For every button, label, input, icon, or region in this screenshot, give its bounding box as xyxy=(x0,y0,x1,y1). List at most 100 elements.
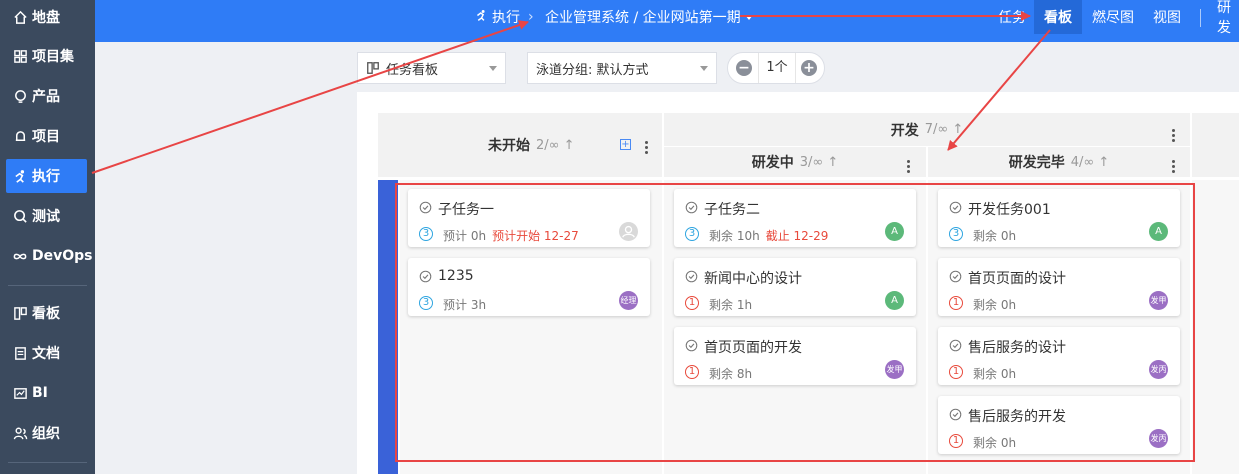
card-title: 首页页面的开发 xyxy=(704,340,802,356)
sidebar-item-program[interactable]: 项目集 xyxy=(6,39,87,73)
user-avatar-icon[interactable] xyxy=(619,222,638,241)
priority-badge: 1 xyxy=(949,296,963,310)
card-title: 售后服务的设计 xyxy=(968,340,1066,356)
task-card[interactable]: 开发任务001 3 剩余 0h A xyxy=(938,189,1180,247)
priority-badge: 3 xyxy=(685,227,699,241)
priority-badge: 1 xyxy=(949,365,963,379)
column-wip-count: 3/∞ ↑ xyxy=(800,155,839,170)
priority-badge: 3 xyxy=(419,227,433,241)
assignee-avatar[interactable]: A xyxy=(1149,222,1168,241)
assignee-avatar[interactable]: A xyxy=(885,291,904,310)
tab-task[interactable]: 任务 xyxy=(995,0,1029,34)
kanban-icon xyxy=(366,61,380,75)
tab-rnd[interactable]: 研发 xyxy=(1217,0,1239,34)
sidebar-item-label: 测试 xyxy=(32,209,60,225)
bulb-icon xyxy=(12,88,28,104)
count-text: 3/∞ xyxy=(799,154,824,170)
check-circle-icon xyxy=(685,339,698,356)
check-circle-icon xyxy=(949,270,962,287)
sidebar-item-test[interactable]: 测试 xyxy=(6,199,87,233)
stepper-value[interactable]: 1个 xyxy=(758,53,796,83)
column-menu-icon[interactable] xyxy=(1172,127,1176,144)
swimlane-handle[interactable] xyxy=(378,180,398,474)
sidebar-item-bi[interactable]: BI xyxy=(6,376,87,410)
sidebar-item-dashboard[interactable]: 地盘 xyxy=(6,0,87,34)
card-meta: 剩余 0h xyxy=(973,229,1017,243)
check-circle-icon xyxy=(685,201,698,218)
column-title: 开发 xyxy=(890,122,919,139)
tab-view[interactable]: 视图 xyxy=(1147,0,1187,34)
card-title: 开发任务001 xyxy=(968,202,1051,218)
run-icon xyxy=(475,9,488,26)
add-card-icon[interactable]: + xyxy=(620,139,631,150)
lane-group-select[interactable]: 泳道分组: 默认方式 xyxy=(527,52,717,84)
chevron-down-icon xyxy=(700,66,708,71)
assignee-avatar[interactable]: 发丙 xyxy=(1149,360,1168,379)
view-select[interactable]: 任务看板 xyxy=(357,52,506,84)
column-header-developing: 研发中 3/∞ ↑ xyxy=(664,147,926,177)
assignee-avatar[interactable]: A xyxy=(885,222,904,241)
card-title: 子任务二 xyxy=(704,202,760,218)
sidebar-item-product[interactable]: 产品 xyxy=(6,79,87,113)
start-date-text: 预计开始 12-27 xyxy=(492,229,579,243)
sidebar-item-execution[interactable]: 执行 xyxy=(6,159,87,193)
task-card[interactable]: 售后服务的设计 1 剩余 0h 发丙 xyxy=(938,327,1180,385)
check-circle-icon xyxy=(419,201,432,218)
priority-badge: 3 xyxy=(949,227,963,241)
card-meta: 剩余 0h xyxy=(973,298,1017,312)
column-header-dev: 开发 7/∞ ↑ xyxy=(664,113,1190,146)
column-menu-icon[interactable] xyxy=(907,158,911,175)
card-count-stepper: − 1个 + xyxy=(727,52,825,84)
column-header-next xyxy=(1192,113,1239,177)
sidebar-item-label: DevOps xyxy=(32,248,93,264)
check-circle-icon xyxy=(685,270,698,287)
breadcrumb[interactable]: 企业管理系统 / 企业网站第一期 xyxy=(545,0,753,34)
column-menu-icon[interactable] xyxy=(645,139,649,156)
task-card[interactable]: 首页页面的设计 1 剩余 0h 发甲 xyxy=(938,258,1180,316)
caret-down-icon xyxy=(744,14,753,20)
sidebar-divider xyxy=(8,462,87,463)
module-title[interactable]: 执行 xyxy=(475,0,520,34)
sidebar-item-doc[interactable]: 文档 xyxy=(6,336,87,370)
task-card[interactable]: 新闻中心的设计 1 剩余 1h A xyxy=(674,258,916,316)
sidebar-item-kanban[interactable]: 看板 xyxy=(6,296,87,330)
minus-button[interactable]: − xyxy=(736,60,752,76)
sidebar-item-org[interactable]: 组织 xyxy=(6,416,87,450)
check-circle-icon xyxy=(949,201,962,218)
tab-burndown[interactable]: 燃尽图 xyxy=(1086,0,1140,34)
card-title: 子任务一 xyxy=(438,202,494,218)
task-card[interactable]: 首页页面的开发 1 剩余 8h 发甲 xyxy=(674,327,916,385)
priority-badge: 3 xyxy=(419,296,433,310)
task-card[interactable]: 1235 3 预计 3h 经理 xyxy=(408,258,650,316)
sidebar-item-project[interactable]: 项目 xyxy=(6,119,87,153)
card-meta: 剩余 10h 截止 12-29 xyxy=(709,227,828,244)
arrow-up-icon: ↑ xyxy=(948,122,964,137)
lane-group-value: 泳道分组: 默认方式 xyxy=(536,62,649,78)
task-card[interactable]: 子任务二 3 剩余 10h 截止 12-29 A xyxy=(674,189,916,247)
breadcrumb-label: 企业管理系统 / 企业网站第一期 xyxy=(545,10,741,26)
check-circle-icon xyxy=(419,270,432,287)
assignee-avatar[interactable]: 发甲 xyxy=(1149,291,1168,310)
estimate-text: 预计 0h xyxy=(443,229,487,243)
grid-icon xyxy=(12,48,28,64)
sidebar-item-devops[interactable]: DevOps xyxy=(6,239,93,273)
sidebar-item-label: 看板 xyxy=(32,306,60,322)
task-card[interactable]: 售后服务的开发 1 剩余 0h 发丙 xyxy=(938,396,1180,454)
card-title: 新闻中心的设计 xyxy=(704,271,802,287)
kanban-icon xyxy=(12,305,28,321)
sidebar-item-label: 地盘 xyxy=(32,10,60,26)
count-text: 7/∞ xyxy=(924,122,949,137)
plus-button[interactable]: + xyxy=(801,60,817,76)
sidebar-item-label: 文档 xyxy=(32,346,60,362)
column-menu-icon[interactable] xyxy=(1172,158,1176,175)
view-select-value: 任务看板 xyxy=(386,62,439,78)
column-title: 研发中 xyxy=(751,155,794,171)
arrow-up-icon: ↑ xyxy=(1094,154,1110,170)
bell-icon xyxy=(12,128,28,144)
task-card[interactable]: 子任务一 3 预计 0h 预计开始 12-27 xyxy=(408,189,650,247)
assignee-avatar[interactable]: 发甲 xyxy=(885,360,904,379)
priority-badge: 1 xyxy=(685,365,699,379)
tab-kanban[interactable]: 看板 xyxy=(1034,0,1082,34)
assignee-avatar[interactable]: 经理 xyxy=(619,291,638,310)
assignee-avatar[interactable]: 发丙 xyxy=(1149,429,1168,448)
